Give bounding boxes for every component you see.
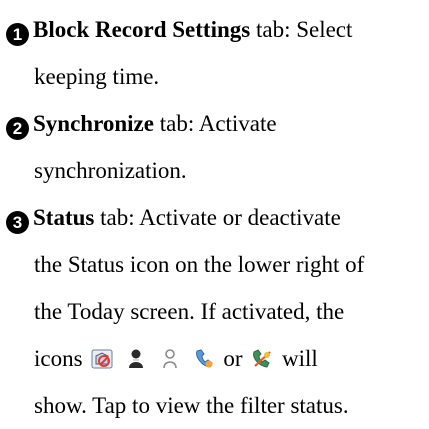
list-item-block-record-settings: 1 Block Record Settings tab: Select keepi… (6, 6, 426, 100)
icons-label: icons (34, 346, 83, 371)
instruction-list: 1 Block Record Settings tab: Select keepi… (6, 6, 426, 429)
tab-name-block-record-settings: Block Record Settings (33, 17, 251, 42)
phone-handset-icon (193, 348, 215, 370)
person-outline-icon (159, 348, 181, 370)
item-1-line-2: keeping time. (34, 64, 160, 89)
item-2-text: tab: Activate (153, 111, 277, 136)
item-3-line-5: show. Tap to view the filter status. (34, 393, 349, 418)
or-text: or (223, 346, 243, 371)
will-text: will (281, 346, 318, 371)
number-badge-3: 3 (6, 211, 29, 234)
person-icon (125, 348, 147, 370)
item-3-line-3: the Today screen. If activated, the (34, 299, 345, 324)
blocked-call-icon (91, 348, 113, 370)
list-item-status: 3 Status tab: Activate or deactivate the … (6, 194, 426, 429)
tab-name-synchronize: Synchronize (33, 111, 154, 136)
list-item-synchronize: 2 Synchronize tab: Activate synchronizati… (6, 100, 426, 194)
item-2-line-2: synchronization. (34, 158, 187, 183)
tab-name-status: Status (33, 205, 95, 230)
item-3-line-1: 3 Status tab: Activate or deactivate (6, 194, 426, 241)
item-1-line-1: 1 Block Record Settings tab: Select (6, 6, 426, 53)
item-3-text: tab: Activate or deactivate (94, 205, 341, 230)
blocked-phone-icon (251, 348, 273, 370)
number-badge-2: 2 (6, 117, 29, 140)
item-3-line-4: icons or will (6, 335, 426, 382)
item-2-line-1: 2 Synchronize tab: Activate (6, 100, 426, 147)
item-3-line-2: the Status icon on the lower right of (34, 252, 365, 277)
item-1-text: tab: Select (250, 17, 353, 42)
number-badge-1: 1 (6, 23, 29, 46)
